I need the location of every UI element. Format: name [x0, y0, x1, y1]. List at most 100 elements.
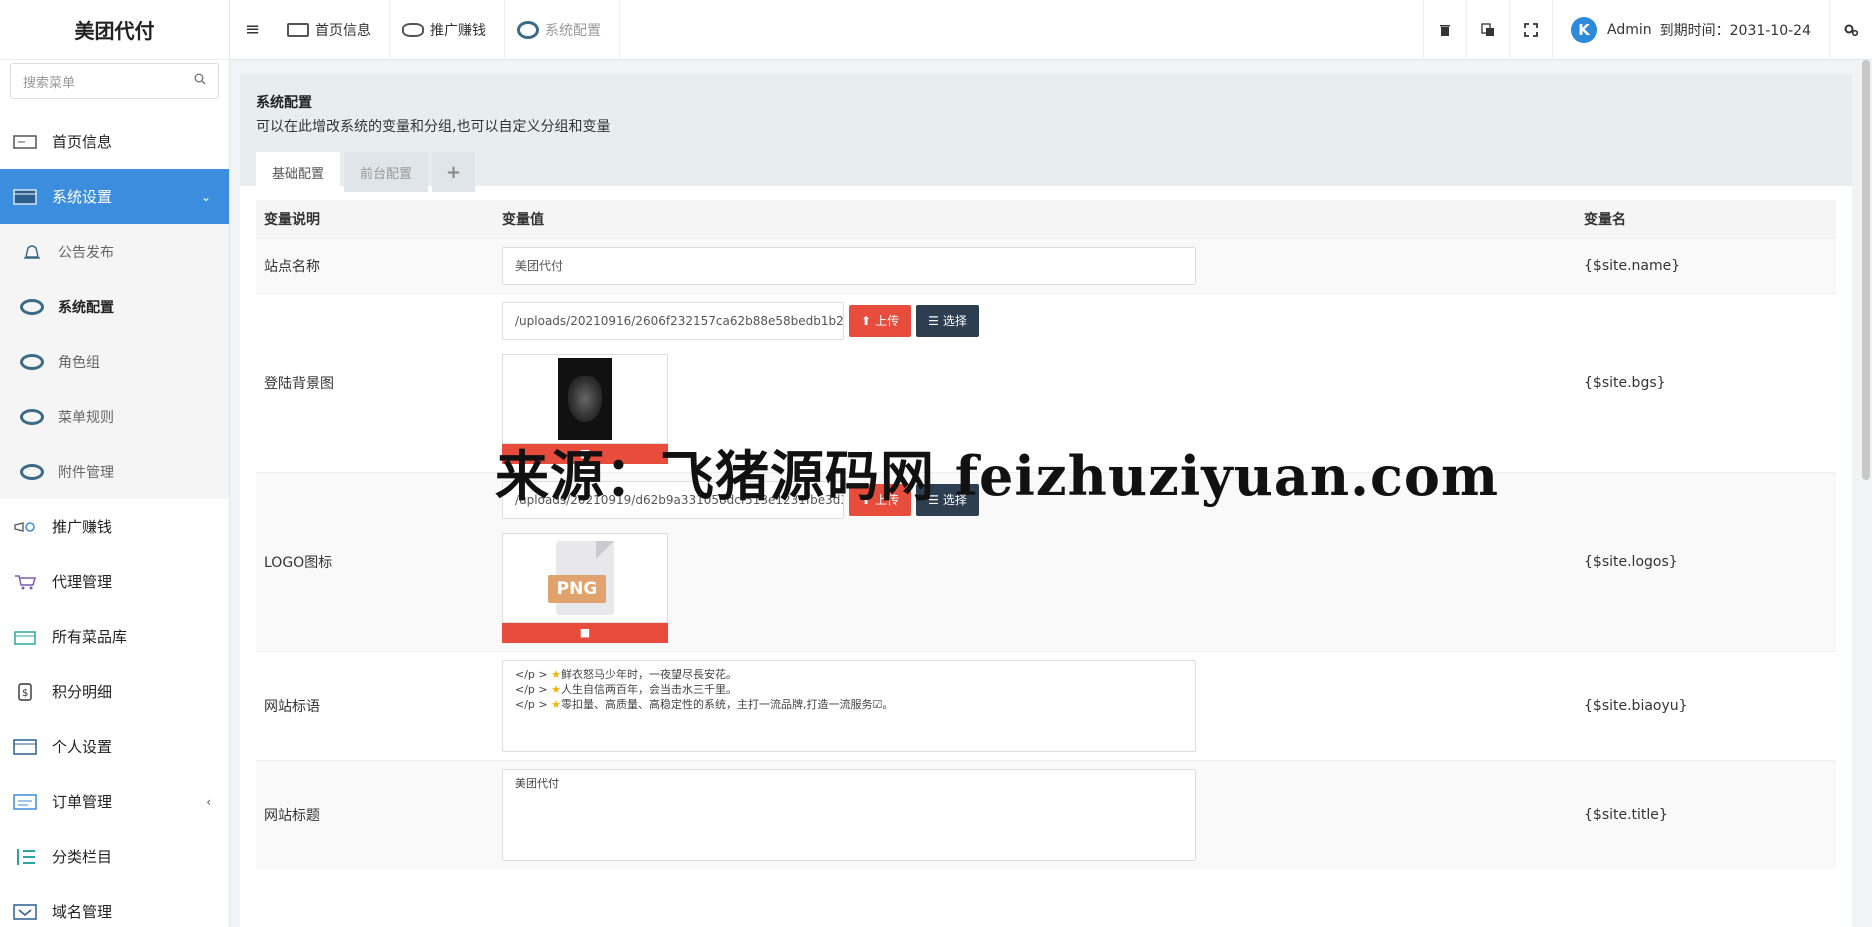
row-desc: 登陆背景图: [256, 292, 494, 472]
row-desc: 站点名称: [256, 237, 494, 293]
dashboard-icon: [12, 133, 38, 151]
domain-icon: [12, 903, 38, 921]
choose-button[interactable]: ☰ 选择: [916, 304, 979, 337]
row-var: {$site.title}: [1576, 759, 1836, 869]
scrollbar[interactable]: [1862, 60, 1870, 480]
tab-basic-config[interactable]: 基础配置: [256, 152, 341, 192]
sidebar-item-label: 积分明细: [52, 683, 113, 701]
dashboard-icon: [287, 22, 309, 37]
mask-image: [558, 357, 612, 440]
slogan-textarea[interactable]: </p > ★鲜衣怒马少年时，一夜望尽長安花。 </p > ★人生自信两百年，会…: [502, 659, 1196, 752]
avatar: K: [1571, 17, 1597, 43]
delete-logo-button[interactable]: ■: [502, 622, 668, 643]
row-value: </p > ★鲜衣怒马少年时，一夜望尽長安花。 </p > ★人生自信两百年，会…: [494, 650, 1576, 760]
fullscreen-icon[interactable]: [1509, 0, 1552, 60]
upload-button[interactable]: ⬆ 上传: [849, 304, 912, 337]
site-title-textarea[interactable]: 美团代付: [502, 768, 1196, 861]
menu-toggle-icon[interactable]: ≡: [230, 0, 275, 60]
sidebar-item-label: 域名管理: [52, 903, 113, 921]
slogan-line: </p > ★鲜衣怒马少年时，一夜望尽長安花。: [515, 667, 1183, 682]
sidebar-item-promotion[interactable]: 推广赚钱: [0, 499, 229, 554]
mask-face: [568, 375, 602, 422]
html-tag: </p >: [515, 697, 548, 711]
gears-icon[interactable]: [1829, 0, 1872, 60]
header-actions: K Admin 到期时间：2031-10-24: [1423, 0, 1872, 60]
column-header: 变量说明: [256, 200, 494, 238]
circle-icon: [20, 463, 44, 480]
trash-icon[interactable]: [1423, 0, 1466, 60]
search-placeholder: 搜索菜单: [23, 75, 76, 91]
button-label: 选择: [942, 314, 967, 328]
column-header: 变量名: [1576, 200, 1836, 238]
png-file-icon: PNG: [548, 540, 614, 615]
sidebar-item-agents[interactable]: 代理管理: [0, 554, 229, 609]
sidebar-item-domains[interactable]: 域名管理: [0, 884, 229, 927]
profile-card-icon: [12, 738, 38, 756]
slogan-text: 零扣量、高质量、高稳定性的系统，主打一流品牌,打造一流服务☑。: [561, 697, 894, 711]
tab-promotion[interactable]: 推广赚钱: [390, 0, 505, 60]
row-value: 美团代付: [494, 759, 1576, 869]
column-header: 变量值: [494, 200, 1576, 238]
search-input[interactable]: 搜索菜单: [10, 63, 219, 99]
user-menu[interactable]: K Admin 到期时间：2031-10-24: [1552, 0, 1829, 60]
logo-preview: PNG: [502, 532, 668, 623]
top-header: ≡ 首页信息 推广赚钱 系统配置 K Admin 到期时间：2031-10-24: [230, 0, 1872, 60]
sidebar-item-categories[interactable]: 分类栏目: [0, 829, 229, 884]
row-var: {$site.logos}: [1576, 471, 1836, 651]
sidebar-item-points[interactable]: $ 积分明细: [0, 664, 229, 719]
expire-date: 到期时间：2031-10-24: [1659, 23, 1811, 39]
store-icon: [12, 628, 38, 646]
panel-body: 变量说明 变量值 变量名 站点名称 美团代付 {$site.name} 登陆背景…: [240, 186, 1852, 927]
svg-text:$: $: [22, 688, 28, 699]
trash-icon: ■: [579, 626, 591, 639]
slogan-line: </p > ★人生自信两百年，会当击水三千里。: [515, 682, 1183, 697]
add-group-button[interactable]: +: [432, 152, 476, 192]
megaphone-icon: [12, 518, 38, 536]
tab-frontend-config[interactable]: 前台配置: [344, 152, 429, 192]
sidebar-item-label: 系统设置: [52, 188, 113, 206]
upload-icon: ⬆: [861, 313, 872, 328]
sidebar-item-orders[interactable]: 订单管理 ‹: [0, 774, 229, 829]
table-header-row: 变量说明 变量值 变量名: [256, 200, 1836, 238]
sidebar-item-personal[interactable]: 个人设置: [0, 719, 229, 774]
sidebar-subitem-role-group[interactable]: 角色组: [0, 334, 229, 389]
sidebar-item-system-settings[interactable]: 系统设置 ⌄: [0, 169, 229, 224]
cart-icon: [12, 573, 38, 591]
sidebar-item-label: 首页信息: [52, 133, 113, 151]
translate-icon[interactable]: [1466, 0, 1509, 60]
sidebar-item-dishes[interactable]: 所有菜品库: [0, 609, 229, 664]
sidebar-item-label: 个人设置: [52, 738, 113, 756]
star-icon: ★: [551, 667, 561, 681]
site-name-input[interactable]: 美团代付: [502, 246, 1196, 285]
row-desc: LOGO图标: [256, 471, 494, 651]
search-icon[interactable]: [194, 73, 206, 89]
coin-icon: $: [12, 682, 38, 701]
sidebar-subitem-menu-rules[interactable]: 菜单规则: [0, 389, 229, 444]
list-icon: ☰: [928, 313, 939, 328]
row-desc: 网站标语: [256, 650, 494, 760]
orders-icon: [12, 793, 38, 811]
sidebar-subitem-label: 菜单规则: [58, 409, 114, 426]
sidebar-subitem-attachments[interactable]: 附件管理: [0, 444, 229, 499]
circle-icon: [20, 353, 44, 370]
tab-home[interactable]: 首页信息: [275, 0, 390, 60]
slogan-line: </p > ★零扣量、高质量、高稳定性的系统，主打一流品牌,打造一流服务☑。: [515, 697, 1183, 712]
sidebar-subitem-announcement[interactable]: 公告发布: [0, 224, 229, 279]
sidebar-item-home[interactable]: 首页信息: [0, 114, 229, 169]
upload-row: /uploads/20210916/2606f232157ca62b88e58b…: [502, 301, 1568, 340]
sidebar-item-label: 分类栏目: [52, 848, 113, 866]
sidebar-item-label: 代理管理: [52, 573, 113, 591]
tab-system-config[interactable]: 系统配置: [505, 0, 620, 60]
png-label: PNG: [548, 574, 606, 603]
tab-label: 系统配置: [545, 22, 601, 39]
bg-image-path-input[interactable]: /uploads/20210916/2606f232157ca62b88e58b…: [502, 301, 844, 340]
megaphone-icon: [402, 22, 424, 37]
row-var: {$site.biaoyu}: [1576, 650, 1836, 760]
sidebar-subitem-system-config[interactable]: 系统配置: [0, 279, 229, 334]
app-window: 美团代付 搜索菜单 首页信息 系统设置 ⌄ 公告发布 系统配置 角色组 菜单规则…: [0, 0, 1872, 927]
tab-label: 推广赚钱: [430, 22, 486, 39]
watermark: 来源：飞猪源码网 feizhuziyuan.com: [495, 444, 1499, 508]
row-value: 美团代付: [494, 237, 1576, 293]
bell-icon: [20, 243, 44, 261]
row-desc: 网站标题: [256, 759, 494, 869]
